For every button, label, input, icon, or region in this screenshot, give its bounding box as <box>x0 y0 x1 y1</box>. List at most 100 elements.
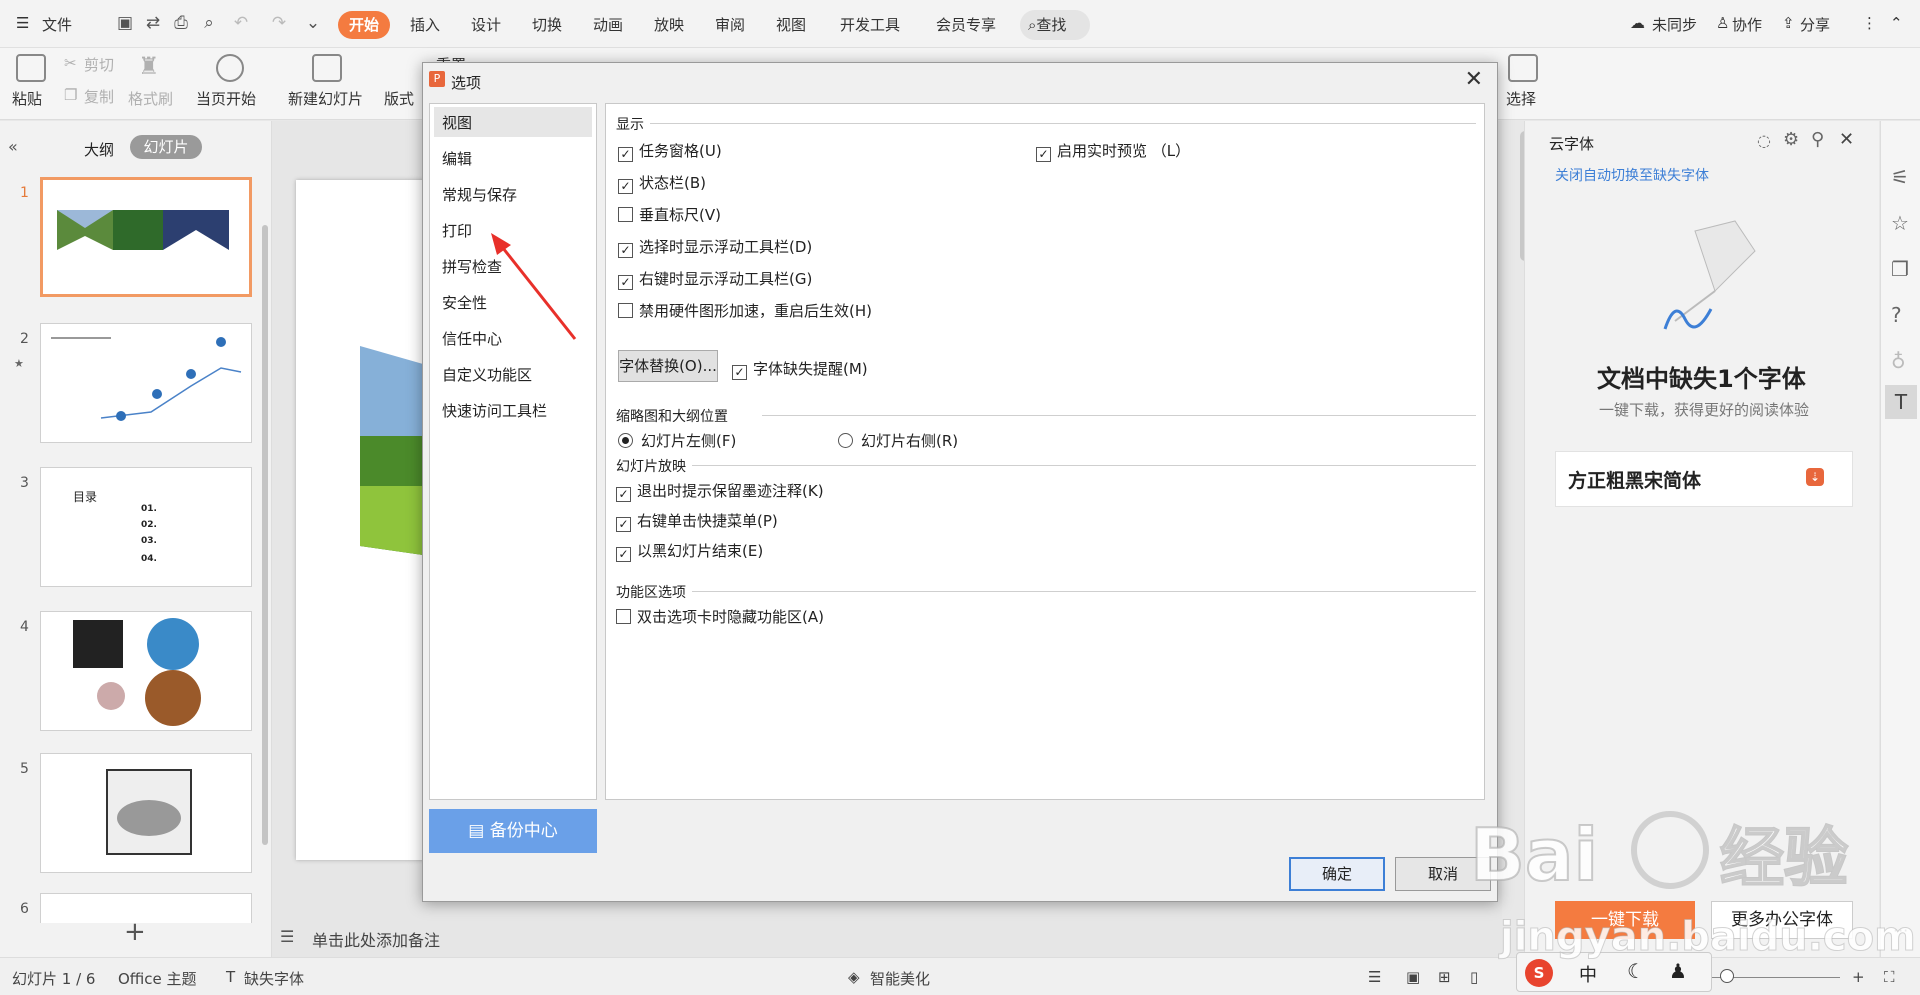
notes-placeholder[interactable]: 单击此处添加备注 <box>312 927 440 951</box>
opt-font-missing-alert[interactable]: ✓ 字体缺失提醒(M) <box>732 358 868 380</box>
backup-center-button[interactable]: ▤ 备份中心 <box>429 809 597 853</box>
tab-slides[interactable]: 幻灯片 <box>130 135 202 159</box>
layout-button[interactable]: 版式 <box>384 88 414 109</box>
slide-thumb-5[interactable] <box>40 753 252 873</box>
format-painter-button[interactable]: 格式刷 <box>128 88 173 109</box>
fit-icon[interactable]: ⛶ <box>1884 968 1895 986</box>
checkbox[interactable]: ✓ <box>732 365 747 380</box>
tab-animation[interactable]: 动画 <box>593 14 623 35</box>
cancel-button[interactable]: 取消 <box>1395 857 1491 891</box>
download-icon[interactable]: ⇣ <box>1806 468 1824 486</box>
opt-vertical-ruler[interactable]: 垂直标尺(V) <box>618 204 721 225</box>
tab-review[interactable]: 审阅 <box>715 14 745 35</box>
checkbox[interactable]: ✓ <box>1036 147 1051 162</box>
nav-security[interactable]: 安全性 <box>442 292 487 313</box>
pin-icon[interactable]: ⚲ <box>1811 129 1824 150</box>
chevron-down-icon[interactable]: ⌄ <box>302 12 324 34</box>
bulb-icon[interactable]: ♁ <box>1891 349 1906 373</box>
hamburger-icon[interactable]: ☰ <box>16 14 29 32</box>
tab-design[interactable]: 设计 <box>471 14 501 35</box>
preview-icon[interactable]: ⌕ <box>198 12 220 34</box>
new-slide-icon[interactable] <box>312 54 342 82</box>
moon-icon[interactable]: ☾ <box>1627 959 1645 983</box>
align-icon[interactable]: ☰ <box>1368 968 1381 986</box>
save-icon[interactable]: ▣ <box>114 12 136 34</box>
checkbox[interactable] <box>618 303 633 318</box>
checkbox[interactable]: ✓ <box>616 487 631 502</box>
opt-live-preview[interactable]: ✓ 启用实时预览 （L） <box>1036 140 1190 162</box>
opt-float-toolbar-select[interactable]: ✓ 选择时显示浮动工具栏(D) <box>618 236 812 258</box>
radio-button[interactable] <box>838 433 853 448</box>
add-slide-button[interactable]: + <box>124 917 146 947</box>
play-icon[interactable] <box>216 54 244 82</box>
checkbox[interactable]: ✓ <box>618 179 633 194</box>
close-icon[interactable]: ✕ <box>1465 67 1483 92</box>
checkbox[interactable] <box>616 609 631 624</box>
tab-slideshow[interactable]: 放映 <box>654 14 684 35</box>
checkbox[interactable] <box>618 207 633 222</box>
copy-icon[interactable]: ❐ <box>1891 257 1909 281</box>
missing-font-card[interactable]: 方正粗黑宋简体 ⇣ <box>1555 451 1853 507</box>
font-replace-button[interactable]: 字体替换(O)... <box>618 350 718 382</box>
slide-thumb-3[interactable]: 目录 01. 02. 03. 04. <box>40 467 252 587</box>
checkbox[interactable]: ✓ <box>616 547 631 562</box>
tab-transition[interactable]: 切换 <box>532 14 562 35</box>
cloud-icon[interactable]: ☁ <box>1630 14 1645 32</box>
zoom-in-icon[interactable]: + <box>1852 968 1865 986</box>
nav-edit[interactable]: 编辑 <box>442 148 472 169</box>
ok-button[interactable]: 确定 <box>1289 857 1385 891</box>
panel-header[interactable]: 云字体 <box>1549 133 1594 154</box>
slide-thumb-4[interactable] <box>40 611 252 731</box>
checkbox[interactable]: ✓ <box>616 517 631 532</box>
print-icon[interactable]: ⎙ <box>170 12 192 34</box>
nav-view[interactable]: 视图 <box>442 112 472 133</box>
opt-rightclick-menu[interactable]: ✓ 右键单击快捷菜单(P) <box>616 510 778 532</box>
checkbox[interactable]: ✓ <box>618 275 633 290</box>
font-icon[interactable]: T <box>1885 385 1917 419</box>
sogou-icon[interactable]: S <box>1525 959 1553 987</box>
share-icon[interactable]: ⇪ <box>1782 14 1795 32</box>
gear-icon[interactable]: ⚙ <box>1783 129 1799 150</box>
slide-thumb-6[interactable] <box>40 893 252 923</box>
nav-print[interactable]: 打印 <box>442 220 472 241</box>
settings-sliders-icon[interactable]: ⚟ <box>1891 165 1909 189</box>
slide-thumb-1[interactable] <box>40 177 252 297</box>
checkbox[interactable]: ✓ <box>618 243 633 258</box>
undo-icon[interactable]: ↶ <box>230 12 252 34</box>
file-menu[interactable]: 文件 <box>42 14 72 35</box>
paste-button[interactable]: 粘贴 <box>12 88 42 109</box>
redo-icon[interactable]: ↷ <box>268 12 290 34</box>
zoom-handle[interactable] <box>1720 969 1734 983</box>
chat-icon[interactable]: ◌ <box>1757 131 1771 150</box>
opt-task-pane[interactable]: ✓ 任务窗格(U) <box>618 140 722 162</box>
missing-font-button[interactable]: 缺失字体 <box>244 968 304 989</box>
opt-float-toolbar-rightclick[interactable]: ✓ 右键时显示浮动工具栏(G) <box>618 268 812 290</box>
share-button[interactable]: 分享 <box>1800 14 1830 35</box>
radio-button[interactable] <box>618 433 633 448</box>
collapse-panel-icon[interactable]: « <box>8 137 18 156</box>
tab-member[interactable]: 会员专享 <box>936 14 996 35</box>
download-button[interactable]: 一键下载 <box>1555 901 1695 939</box>
sync-status[interactable]: 未同步 <box>1652 14 1697 35</box>
opt-status-bar[interactable]: ✓ 状态栏(B) <box>618 172 706 194</box>
slide-thumb-2[interactable] <box>40 323 252 443</box>
opt-ink-prompt[interactable]: ✓ 退出时提示保留墨迹注释(K) <box>616 480 824 502</box>
nav-quick-access[interactable]: 快速访问工具栏 <box>442 400 547 421</box>
opt-end-black-slide[interactable]: ✓ 以黑幻灯片结束(E) <box>616 540 763 562</box>
star-icon[interactable]: ☆ <box>1891 211 1909 235</box>
nav-customize-ribbon[interactable]: 自定义功能区 <box>442 364 532 385</box>
more-fonts-button[interactable]: 更多办公字体 <box>1711 901 1853 939</box>
cut-button[interactable]: 剪切 <box>84 54 114 75</box>
copy-button[interactable]: 复制 <box>84 86 114 107</box>
close-icon[interactable]: ✕ <box>1839 129 1854 150</box>
select-button[interactable]: 选择 <box>1506 88 1536 109</box>
tab-view[interactable]: 视图 <box>776 14 806 35</box>
select-icon[interactable] <box>1508 54 1538 82</box>
checkbox[interactable]: ✓ <box>618 147 633 162</box>
opt-left-of-slide[interactable]: 幻灯片左侧(F) <box>618 430 736 451</box>
tab-developer[interactable]: 开发工具 <box>840 14 900 35</box>
export-icon[interactable]: ⇄ <box>142 12 164 34</box>
user-icon[interactable]: ♙ <box>1716 14 1729 32</box>
paste-icon[interactable] <box>16 54 46 82</box>
ime-mode-icon[interactable]: 中 <box>1579 961 1597 987</box>
